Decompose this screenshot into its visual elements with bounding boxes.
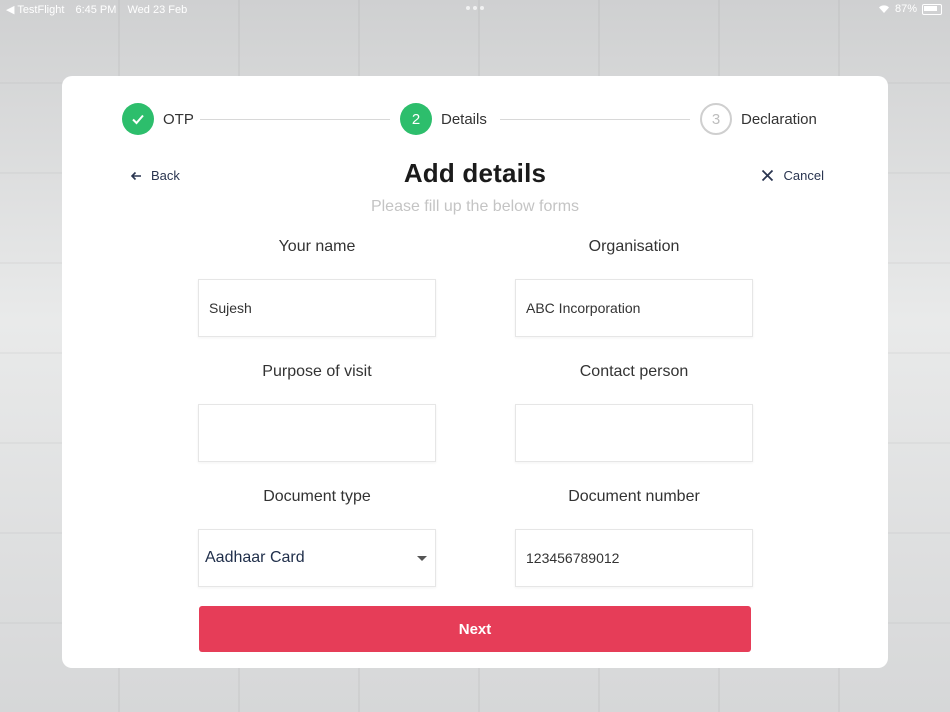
your-name-field: Your name Sujesh (198, 238, 436, 337)
document-type-select[interactable]: Aadhaar Card (198, 529, 436, 587)
step-label: Declaration (741, 110, 817, 128)
document-type-value: Aadhaar Card (205, 549, 305, 566)
purpose-field: Purpose of visit (198, 363, 436, 462)
step-connector (200, 119, 390, 120)
cancel-button[interactable]: Cancel (761, 168, 824, 183)
step-connector (500, 119, 690, 120)
step-label: OTP (163, 110, 194, 128)
organisation-input[interactable]: ABC Incorporation (515, 279, 753, 337)
document-type-field: Document type Aadhaar Card (198, 488, 436, 587)
wifi-icon (878, 5, 889, 13)
contact-person-input[interactable] (515, 404, 753, 462)
document-number-input[interactable]: 123456789012 (515, 529, 753, 587)
next-button[interactable]: Next (199, 606, 751, 652)
step-otp: OTP (122, 103, 194, 135)
field-label: Organisation (588, 238, 680, 255)
battery-percent: 87% (894, 3, 917, 15)
organisation-field: Organisation ABC Incorporation (515, 238, 753, 337)
close-icon (761, 169, 773, 182)
status-app[interactable]: ◀ TestFlight (6, 4, 64, 16)
multitasking-dots-icon[interactable] (466, 6, 484, 10)
contact-person-field: Contact person (515, 363, 753, 462)
field-label: Document type (263, 488, 371, 505)
status-bar: ◀ TestFlight 6:45 PM Wed 23 Feb 87% (0, 0, 950, 20)
page-subtitle: Please fill up the below forms (370, 198, 580, 215)
field-label: Purpose of visit (262, 363, 372, 380)
status-date: Wed 23 Feb (127, 4, 188, 16)
step-label: Details (441, 110, 487, 128)
status-time: 6:45 PM (75, 4, 117, 16)
document-number-field: Document number 123456789012 (515, 488, 753, 587)
details-card: OTP 2 Details 3 Declaration Back Add det… (62, 76, 888, 668)
purpose-input[interactable] (198, 404, 436, 462)
step-number: 2 (400, 103, 432, 135)
cancel-label: Cancel (783, 168, 824, 183)
field-label: Your name (278, 238, 356, 255)
battery-icon (922, 3, 942, 15)
step-declaration: 3 Declaration (700, 103, 817, 135)
your-name-input[interactable]: Sujesh (198, 279, 436, 337)
chevron-down-icon (417, 555, 427, 561)
field-label: Document number (568, 488, 700, 505)
check-icon (122, 103, 154, 135)
step-number: 3 (700, 103, 732, 135)
field-label: Contact person (579, 363, 689, 380)
stepper: OTP 2 Details 3 Declaration (122, 103, 828, 137)
step-details: 2 Details (400, 103, 487, 135)
